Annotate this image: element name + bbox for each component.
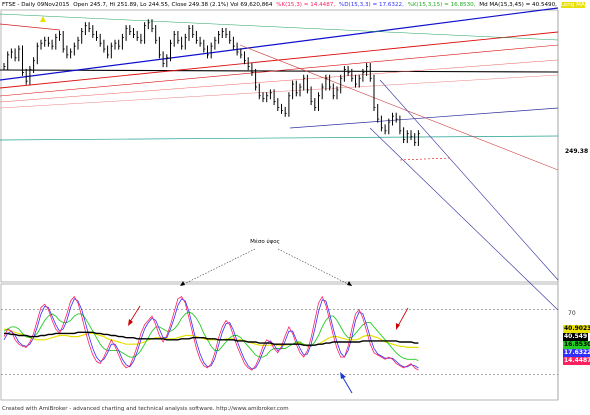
trendline-12	[0, 23, 61, 31]
osc-label-md-ma: 40.549	[563, 333, 589, 341]
osc-label-k: 14.4487	[563, 357, 590, 365]
annotation-arrow-left	[179, 248, 256, 287]
osc-axis-tick-70: 70	[568, 310, 576, 317]
oscillator-panel-frame	[0, 283, 559, 401]
blue-arrow-head	[340, 372, 346, 379]
osc-label-k15: 16.8530	[563, 341, 590, 349]
support-dash	[399, 157, 451, 161]
osc-label-d: 17.6322	[563, 349, 590, 357]
annotation-arrow-right	[277, 248, 353, 287]
price-bars	[3, 19, 420, 146]
trendline-6	[0, 7, 559, 81]
header-ind3: %K(15,3,15) = 16.8530,	[407, 2, 476, 8]
osc-series-3	[4, 331, 419, 346]
annotation-label: Μέσο ύψος	[250, 238, 280, 245]
last-price-label: 249.38	[564, 148, 590, 156]
header-ind5: Long MA	[560, 2, 585, 8]
trendlines	[0, 7, 559, 311]
footer-credit: Created with AmiBroker - advanced charti…	[2, 406, 289, 412]
trendline-7	[0, 13, 559, 41]
trendline-10	[369, 127, 559, 311]
trendline-9	[289, 107, 559, 129]
red-arrow-1-head	[128, 319, 133, 326]
red-arrow-1	[129, 305, 141, 323]
trendline-4	[0, 59, 559, 103]
trendline-2	[0, 31, 559, 89]
header-ohlc: Open 245.7, Hi 251.89, Lo 244.55, Close …	[73, 2, 273, 8]
blue-arrow	[341, 375, 353, 394]
chart-header: FTSE - Daily 09Nov2015 Open 245.7, Hi 25…	[2, 1, 588, 10]
yellow-marker	[40, 16, 46, 22]
trendline-0	[0, 135, 559, 141]
chart-canvas: Μέσο ύψος 70	[0, 7, 576, 401]
oscillator-lines	[1, 295, 558, 375]
header-ind1: %K(15,3) = 14.4487,	[276, 2, 336, 8]
header-ind2: %D(15,3,3) = 17.6322,	[338, 2, 404, 8]
header-symbol: FTSE - Daily 09Nov2015	[2, 2, 70, 8]
osc-label-long-ma: 40.9023	[563, 325, 590, 333]
header-ind4: Md MA(15,3,45) = 40.5490,	[479, 2, 557, 8]
red-arrow-2	[397, 307, 409, 327]
